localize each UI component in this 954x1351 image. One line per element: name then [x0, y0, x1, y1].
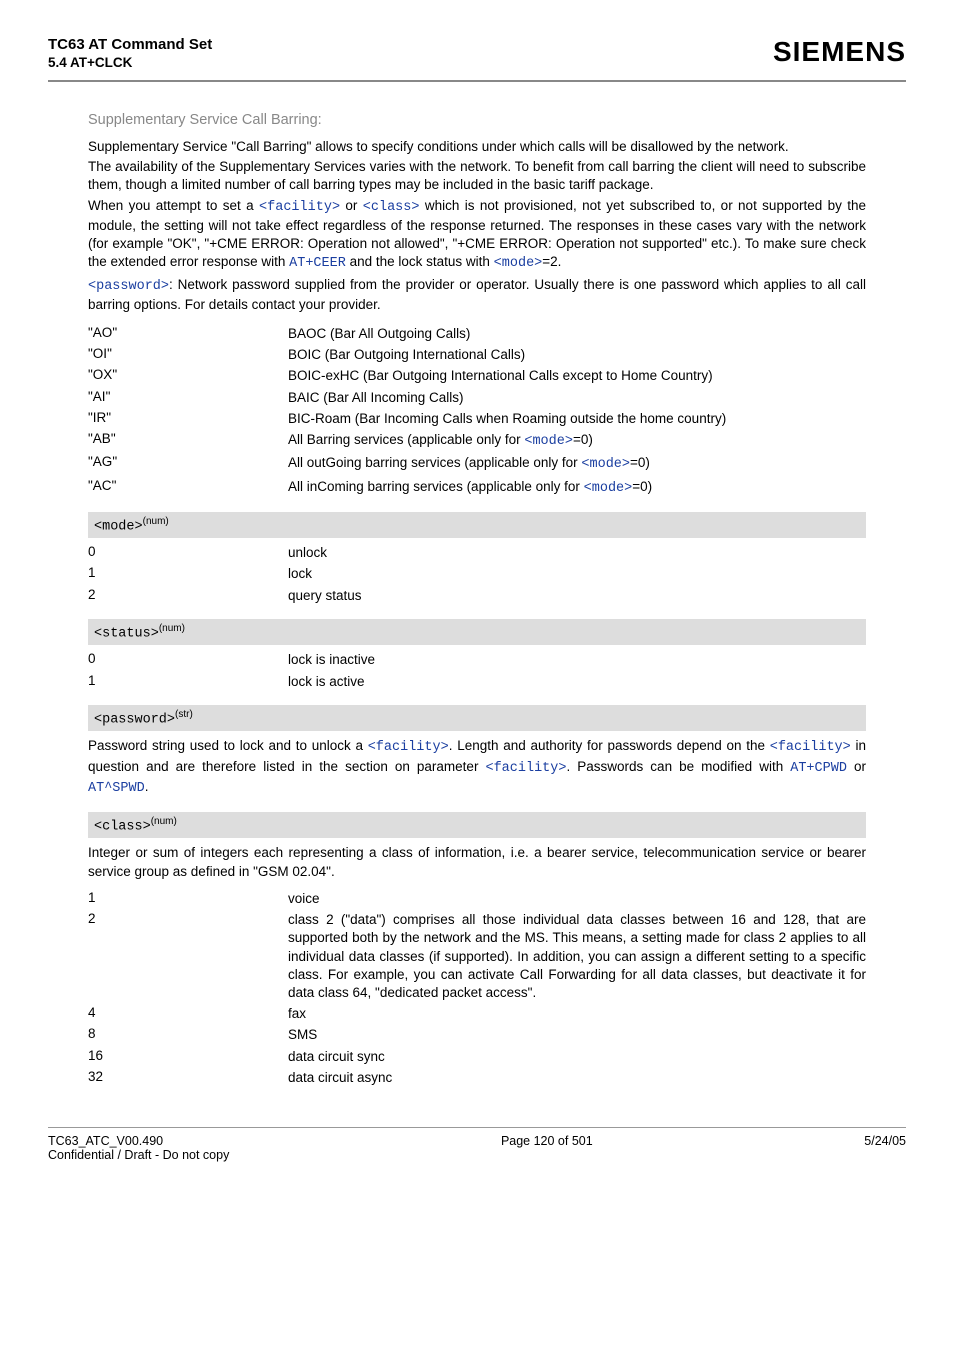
param-header-mode: <mode>(num): [88, 512, 866, 539]
text: and the lock status with: [346, 254, 494, 269]
code-password[interactable]: <password>: [88, 279, 169, 294]
table-row: 16data circuit sync: [88, 1048, 866, 1066]
barring-key: AB: [88, 431, 116, 446]
table-row: AB All Barring services (applicable only…: [88, 431, 866, 451]
barring-key: AC: [88, 478, 116, 493]
status-key: 1: [88, 673, 288, 691]
code-atcpwd[interactable]: AT+CPWD: [790, 761, 847, 776]
footer-date: 5/24/05: [864, 1134, 906, 1162]
table-row: 2class 2 ("data") comprises all those in…: [88, 911, 866, 1002]
mode-key: 1: [88, 565, 288, 583]
class-key: 8: [88, 1026, 288, 1044]
doc-title: TC63 AT Command Set: [48, 36, 212, 53]
class-val: fax: [288, 1005, 866, 1023]
barring-key: OX: [88, 367, 117, 382]
status-key: 0: [88, 651, 288, 669]
barring-key: AO: [88, 325, 117, 340]
table-row: AG All outGoing barring services (applic…: [88, 454, 866, 474]
intro-p1: Supplementary Service "Call Barring" all…: [88, 138, 866, 156]
class-key: 32: [88, 1069, 288, 1087]
barring-key: AI: [88, 389, 110, 404]
table-row: IR BIC-Roam (Bar Incoming Calls when Roa…: [88, 410, 866, 428]
table-row: AI BAIC (Bar All Incoming Calls): [88, 389, 866, 407]
barring-val: BAOC (Bar All Outgoing Calls): [288, 325, 866, 343]
barring-key: AG: [88, 454, 117, 469]
class-key: 2: [88, 911, 288, 1002]
header-left: TC63 AT Command Set 5.4 AT+CLCK: [48, 36, 212, 70]
table-row: 1lock is active: [88, 673, 866, 691]
code-mode[interactable]: <mode>: [581, 457, 630, 472]
text: : Network password supplied from the pro…: [88, 277, 866, 312]
barring-val: BIC-Roam (Bar Incoming Calls when Roamin…: [288, 410, 866, 428]
mode-val: lock: [288, 565, 866, 583]
code-atspwd[interactable]: AT^SPWD: [88, 781, 145, 796]
barring-key: IR: [88, 410, 111, 425]
table-row: 4fax: [88, 1005, 866, 1023]
intro-p3: When you attempt to set a <facility> or …: [88, 197, 866, 274]
intro-p2: The availability of the Supplementary Se…: [88, 158, 866, 194]
table-row: 0unlock: [88, 544, 866, 562]
barring-val: BOIC-exHC (Bar Outgoing International Ca…: [288, 367, 866, 385]
text: When you attempt to set a: [88, 198, 259, 213]
class-val: SMS: [288, 1026, 866, 1044]
class-key: 4: [88, 1005, 288, 1023]
class-val: data circuit sync: [288, 1048, 866, 1066]
code-facility[interactable]: <facility>: [368, 740, 449, 755]
doc-section: 5.4 AT+CLCK: [48, 55, 212, 70]
class-val: data circuit async: [288, 1069, 866, 1087]
barring-val: All inComing barring services (applicabl…: [288, 478, 866, 498]
code-mode[interactable]: <mode>: [494, 256, 543, 271]
mode-key: 2: [88, 587, 288, 605]
class-val: voice: [288, 890, 866, 908]
code-class[interactable]: <class>: [363, 200, 420, 215]
table-row: 32data circuit async: [88, 1069, 866, 1087]
class-key: 16: [88, 1048, 288, 1066]
table-row: AO BAOC (Bar All Outgoing Calls): [88, 325, 866, 343]
footer-page: Page 120 of 501: [501, 1134, 593, 1162]
status-val: lock is inactive: [288, 651, 866, 669]
table-row: 2query status: [88, 587, 866, 605]
footer-version: TC63_ATC_V00.490: [48, 1134, 229, 1148]
param-header-class: <class>(num): [88, 812, 866, 839]
mode-key: 0: [88, 544, 288, 562]
barring-val: All Barring services (applicable only fo…: [288, 431, 866, 451]
barring-val: All outGoing barring services (applicabl…: [288, 454, 866, 474]
text: =2.: [542, 254, 561, 269]
class-val: class 2 ("data") comprises all those ind…: [288, 911, 866, 1002]
intro-p4: <password>: Network password supplied fr…: [88, 276, 866, 314]
brand-logo: SIEMENS: [773, 36, 906, 68]
code-facility[interactable]: <facility>: [259, 200, 340, 215]
status-val: lock is active: [288, 673, 866, 691]
table-row: 8SMS: [88, 1026, 866, 1044]
code-facility[interactable]: <facility>: [485, 761, 566, 776]
table-row: 1voice: [88, 890, 866, 908]
table-row: OX BOIC-exHC (Bar Outgoing International…: [88, 367, 866, 385]
footer-confidential: Confidential / Draft - Do not copy: [48, 1148, 229, 1162]
table-row: 0lock is inactive: [88, 651, 866, 669]
section-subhead: Supplementary Service Call Barring:: [88, 112, 866, 128]
mode-val: unlock: [288, 544, 866, 562]
text: or: [340, 198, 363, 213]
table-row: OI BOIC (Bar Outgoing International Call…: [88, 346, 866, 364]
table-row: AC All inComing barring services (applic…: [88, 478, 866, 498]
barring-key: OI: [88, 346, 112, 361]
page-header: TC63 AT Command Set 5.4 AT+CLCK SIEMENS: [48, 36, 906, 82]
code-mode[interactable]: <mode>: [524, 434, 573, 449]
code-facility[interactable]: <facility>: [770, 740, 851, 755]
page-footer: TC63_ATC_V00.490 Confidential / Draft - …: [48, 1127, 906, 1162]
param-header-status: <status>(num): [88, 619, 866, 646]
class-key: 1: [88, 890, 288, 908]
code-mode[interactable]: <mode>: [584, 481, 633, 496]
class-desc: Integer or sum of integers each represen…: [88, 844, 866, 880]
content-area: Supplementary Service Call Barring: Supp…: [48, 112, 906, 1087]
password-desc: Password string used to lock and to unlo…: [88, 737, 866, 798]
code-atceer[interactable]: AT+CEER: [289, 256, 346, 271]
barring-val: BAIC (Bar All Incoming Calls): [288, 389, 866, 407]
param-header-password: <password>(str): [88, 705, 866, 732]
barring-val: BOIC (Bar Outgoing International Calls): [288, 346, 866, 364]
table-row: 1lock: [88, 565, 866, 583]
mode-val: query status: [288, 587, 866, 605]
